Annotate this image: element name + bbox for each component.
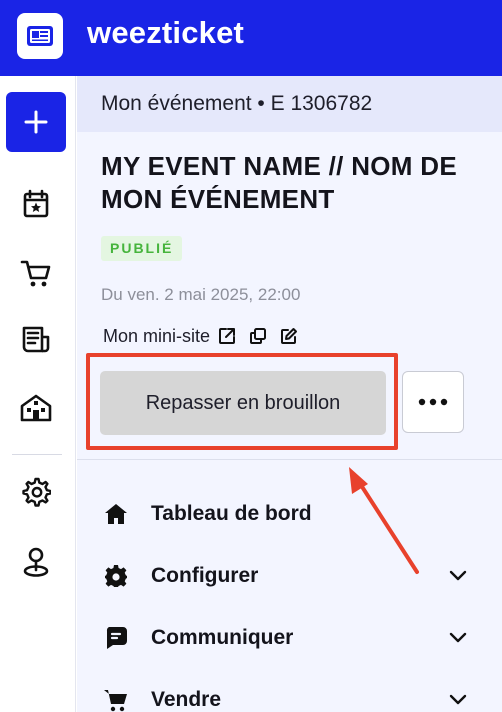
- logo[interactable]: [17, 13, 63, 59]
- rail-location-button[interactable]: [20, 546, 52, 578]
- nav-item-sell[interactable]: Vendre: [103, 685, 468, 712]
- gear-icon: [103, 563, 129, 589]
- minisite-row: Mon mini-site: [103, 324, 310, 348]
- edit-minisite-button[interactable]: [279, 326, 299, 346]
- message-icon: [103, 625, 129, 651]
- panel-divider: [77, 459, 502, 460]
- rail-divider: [12, 454, 62, 455]
- rail-reports-button[interactable]: [20, 324, 52, 356]
- edit-icon: [281, 328, 298, 344]
- more-actions-button[interactable]: [402, 371, 464, 433]
- newspaper-icon: [22, 326, 50, 353]
- more-dots-icon: [418, 398, 448, 406]
- nav-item-communicate[interactable]: Communiquer: [103, 623, 468, 653]
- breadcrumb-bar: Mon événement • E 1306782: [77, 76, 502, 132]
- copy-link-button[interactable]: [248, 326, 268, 346]
- top-bar: weezticket: [0, 0, 502, 76]
- event-title: MY EVENT NAME // NOM DE MON ÉVÉNEMENT: [101, 151, 458, 214]
- rail-venue-button[interactable]: [20, 392, 52, 424]
- calendar-star-icon: [23, 189, 49, 218]
- nav-item-label: Tableau de bord: [151, 502, 312, 525]
- side-rail: [0, 76, 76, 712]
- chevron-down-icon[interactable]: [448, 628, 468, 648]
- rail-events-button[interactable]: [20, 188, 52, 220]
- home-icon: [103, 501, 129, 527]
- nav-item-label: Vendre: [151, 688, 222, 711]
- breadcrumb: Mon événement • E 1306782: [101, 92, 373, 115]
- cart-icon: [103, 687, 129, 712]
- event-panel: Mon événement • E 1306782 MY EVENT NAME …: [77, 76, 502, 712]
- rail-settings-button[interactable]: [20, 476, 52, 508]
- copy-icon: [250, 328, 267, 344]
- brand-name: weezticket: [87, 15, 245, 50]
- building-icon: [20, 394, 52, 422]
- external-link-icon: [219, 328, 236, 344]
- rail-sales-button[interactable]: [20, 257, 52, 289]
- plus-icon: [24, 110, 48, 134]
- ticket-logo-icon: [27, 26, 53, 46]
- nav-item-label: Communiquer: [151, 626, 294, 649]
- cart-icon: [20, 260, 51, 287]
- gear-icon: [22, 477, 51, 507]
- add-button[interactable]: [6, 92, 66, 152]
- chevron-down-icon[interactable]: [448, 566, 468, 586]
- minisite-label: Mon mini-site: [103, 325, 211, 346]
- nav-item-configure[interactable]: Configurer: [103, 561, 468, 591]
- open-minisite-button[interactable]: [217, 326, 237, 346]
- status-badge: PUBLIÉ: [101, 236, 183, 261]
- chevron-down-icon[interactable]: [448, 690, 468, 710]
- nav-item-dashboard[interactable]: Tableau de bord: [103, 499, 468, 529]
- location-pin-icon: [23, 547, 49, 577]
- event-date: Du ven. 2 mai 2025, 22:00: [101, 285, 301, 304]
- revert-to-draft-button[interactable]: Repasser en brouillon: [100, 371, 386, 435]
- nav-item-label: Configurer: [151, 564, 259, 587]
